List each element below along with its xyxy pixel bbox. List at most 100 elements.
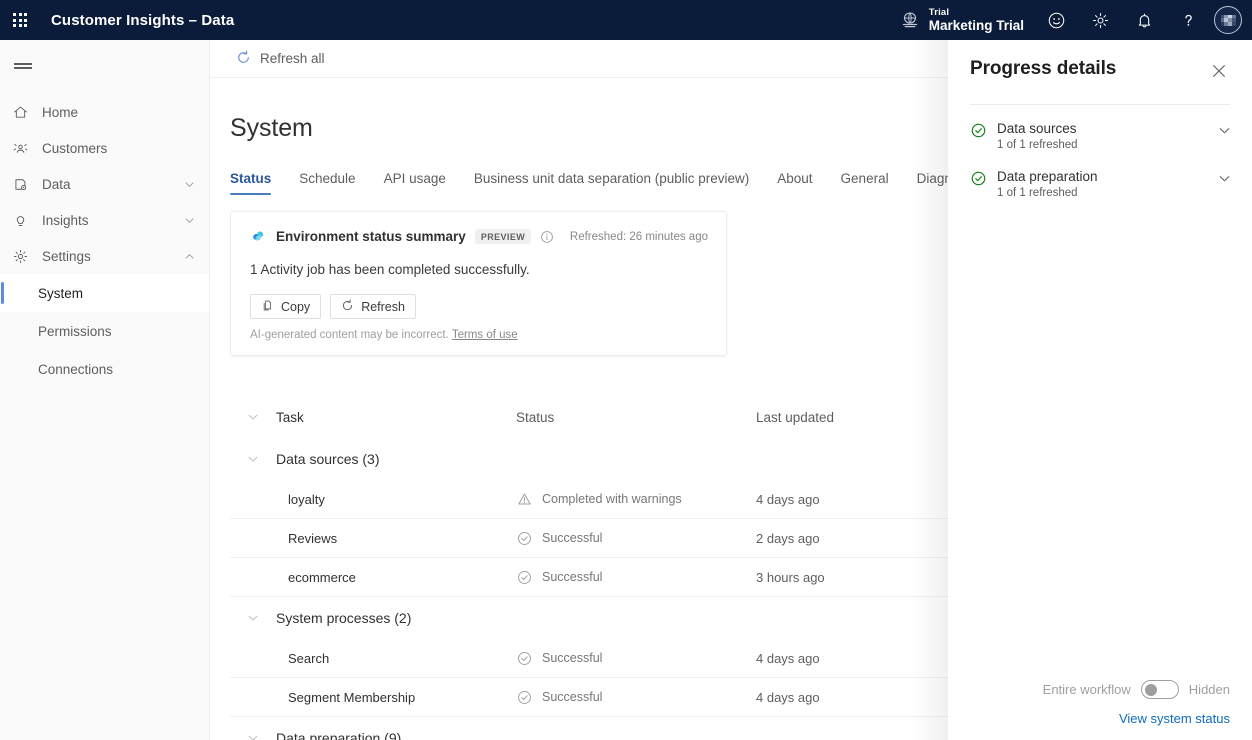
row-status-label: Successful: [542, 690, 602, 704]
group-chevron-icon[interactable]: [230, 732, 276, 740]
card-refresh-button[interactable]: Refresh: [330, 294, 416, 319]
card-refreshed-time: Refreshed: 26 minutes ago: [570, 231, 708, 243]
tab-schedule[interactable]: Schedule: [299, 171, 355, 195]
copy-button-label: Copy: [281, 300, 310, 314]
card-header: Environment status summary PREVIEW Refre…: [250, 228, 708, 245]
row-task: Segment Membership: [276, 690, 516, 705]
row-task: Reviews: [276, 531, 516, 546]
sidebar-item-settings[interactable]: Settings: [0, 238, 209, 274]
table-group-row[interactable]: Data sources (3): [230, 438, 990, 480]
trial-environment-indicator[interactable]: Trial Marketing Trial: [900, 8, 1024, 33]
progress-item-data-sources[interactable]: Data sources 1 of 1 refreshed: [970, 121, 1234, 151]
sidebar-item-label: Insights: [42, 213, 181, 228]
row-status: Successful: [516, 569, 756, 586]
progress-item-subtitle: 1 of 1 refreshed: [997, 187, 1214, 199]
home-icon: [12, 104, 42, 121]
chevron-down-icon[interactable]: [1214, 172, 1234, 185]
refresh-all-button[interactable]: Refresh all: [228, 44, 333, 74]
progress-details-panel: Progress details Data sources 1 of 1: [948, 40, 1252, 740]
panel-link-row: View system status: [970, 711, 1230, 726]
row-task: loyalty: [276, 492, 516, 507]
card-message: 1 Activity job has been completed succes…: [250, 262, 708, 277]
entire-workflow-toggle[interactable]: [1141, 680, 1179, 699]
bell-notifications-icon[interactable]: [1122, 0, 1166, 40]
view-system-status-link[interactable]: View system status: [1119, 711, 1230, 726]
smiley-feedback-icon[interactable]: [1034, 0, 1078, 40]
topbar-icon-group: [1034, 0, 1252, 40]
environment-status-summary-card: Environment status summary PREVIEW Refre…: [230, 211, 727, 356]
sidebar-nav: Home Customers: [0, 94, 209, 388]
avatar-image: [1221, 15, 1236, 26]
table-row[interactable]: ecommerce Successful 3 hours ago: [230, 558, 990, 597]
panel-footer: Entire workflow Hidden View system statu…: [948, 680, 1252, 740]
chevron-down-icon[interactable]: [181, 179, 197, 190]
sidebar-item-insights[interactable]: Insights: [0, 202, 209, 238]
copilot-icon: [250, 228, 267, 245]
sidebar-item-home[interactable]: Home: [0, 94, 209, 130]
tab-api-usage[interactable]: API usage: [384, 171, 446, 195]
selection-indicator: [1, 282, 4, 304]
row-status-label: Successful: [542, 570, 602, 584]
help-question-icon[interactable]: [1166, 0, 1210, 40]
column-header-status: Status: [516, 410, 756, 425]
sidebar-item-connections[interactable]: Connections: [0, 350, 209, 388]
copy-button[interactable]: Copy: [250, 294, 321, 319]
card-refresh-button-label: Refresh: [361, 300, 405, 314]
toggle-state-label: Hidden: [1189, 682, 1230, 697]
refresh-all-label: Refresh all: [260, 51, 325, 66]
hamburger-menu-icon[interactable]: [0, 44, 46, 88]
group-chevron-icon[interactable]: [230, 612, 276, 624]
lightbulb-icon: [12, 212, 42, 229]
green-check-circle-icon: [970, 122, 987, 144]
sidebar-subitem-label: Permissions: [38, 324, 112, 339]
table-row[interactable]: Reviews Successful 2 days ago: [230, 519, 990, 558]
info-circle-icon[interactable]: [540, 230, 554, 244]
app-launcher-icon[interactable]: [0, 0, 40, 40]
sidebar-item-system[interactable]: System: [0, 274, 209, 312]
user-avatar[interactable]: [1214, 6, 1242, 34]
gear-icon: [12, 248, 42, 265]
group-chevron-icon[interactable]: [230, 453, 276, 465]
status-table: Task Status Last updated Data sources (3…: [230, 396, 990, 740]
close-icon[interactable]: [1206, 58, 1232, 84]
progress-item-subtitle: 1 of 1 refreshed: [997, 139, 1214, 151]
table-row[interactable]: Segment Membership Successful 4 days ago: [230, 678, 990, 717]
tab-business-unit-data-separation[interactable]: Business unit data separation (public pr…: [474, 171, 749, 195]
table-row[interactable]: loyalty Completed with warnings 4 days a…: [230, 480, 990, 519]
progress-item-title: Data preparation: [997, 169, 1214, 184]
warning-triangle-icon: [516, 491, 533, 508]
refresh-circular-arrow-icon: [236, 50, 251, 68]
progress-item-data-preparation[interactable]: Data preparation 1 of 1 refreshed: [970, 169, 1234, 199]
row-status: Successful: [516, 650, 756, 667]
chevron-up-icon[interactable]: [181, 251, 197, 262]
check-circle-icon: [516, 530, 533, 547]
sidebar-item-data[interactable]: Data: [0, 166, 209, 202]
app-title[interactable]: Customer Insights – Data: [51, 12, 234, 29]
tab-general[interactable]: General: [841, 171, 889, 195]
table-group-row[interactable]: Data preparation (9): [230, 717, 990, 740]
group-name: Data preparation (9): [276, 730, 516, 740]
terms-of-use-link[interactable]: Terms of use: [452, 329, 518, 341]
collapse-all-chevron-icon[interactable]: [230, 411, 276, 423]
table-row[interactable]: Search Successful 4 days ago: [230, 639, 990, 678]
sidebar-item-label: Customers: [42, 141, 197, 156]
column-header-last-updated: Last updated: [756, 410, 956, 425]
sidebar-item-customers[interactable]: Customers: [0, 130, 209, 166]
app-root: Customer Insights – Data Trial Marketing…: [0, 0, 1252, 740]
chevron-down-icon[interactable]: [181, 215, 197, 226]
environment-globe-icon: [900, 10, 920, 30]
progress-item-texts: Data sources 1 of 1 refreshed: [997, 121, 1214, 151]
row-last-updated: 4 days ago: [756, 690, 956, 705]
sidebar-item-permissions[interactable]: Permissions: [0, 312, 209, 350]
preview-badge: PREVIEW: [475, 229, 531, 244]
chevron-down-icon[interactable]: [1214, 124, 1234, 137]
progress-item-texts: Data preparation 1 of 1 refreshed: [997, 169, 1214, 199]
gear-settings-icon[interactable]: [1078, 0, 1122, 40]
column-header-task: Task: [276, 410, 516, 425]
check-circle-icon: [516, 689, 533, 706]
tab-about[interactable]: About: [777, 171, 812, 195]
copy-icon: [261, 299, 274, 315]
trial-label: Trial: [929, 8, 1024, 18]
table-group-row[interactable]: System processes (2): [230, 597, 990, 639]
tab-status[interactable]: Status: [230, 171, 271, 195]
